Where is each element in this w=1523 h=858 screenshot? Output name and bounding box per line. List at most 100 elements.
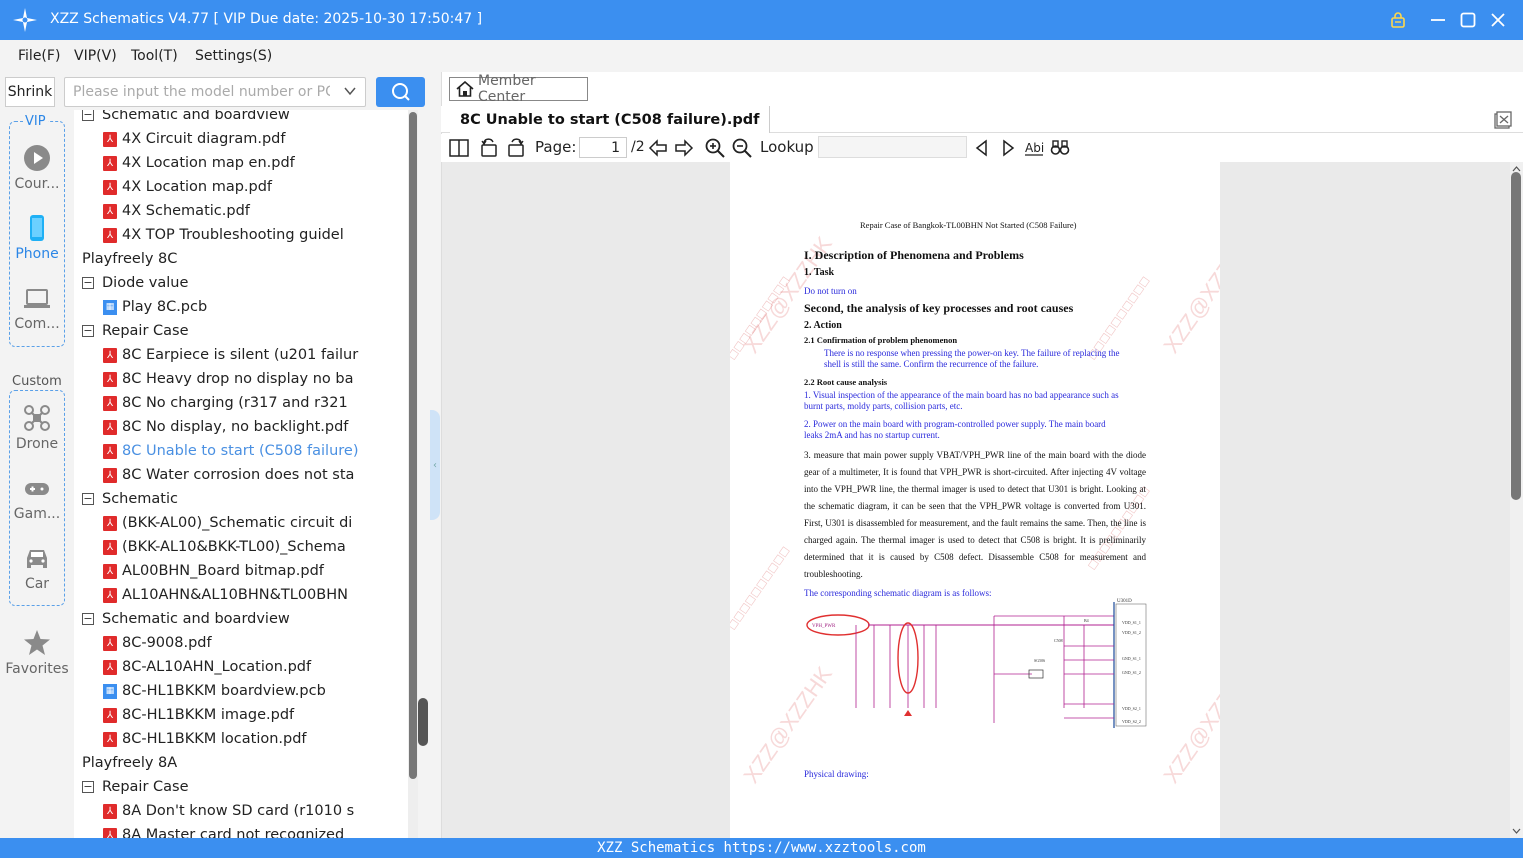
minimize-button[interactable] [1426, 8, 1450, 32]
menu-file[interactable]: File(F) [18, 48, 60, 64]
tree-file-item[interactable]: ⅄ (BKK-AL10&BKK-TL00)_Schema [103, 535, 346, 559]
next-page-icon[interactable] [674, 138, 694, 158]
tree-file-item[interactable]: ⅄ 4X Circuit diagram.pdf [103, 127, 285, 151]
pdf-file-icon: ⅄ [103, 179, 117, 195]
viewer-scrollbar-thumb[interactable] [1511, 172, 1521, 500]
tree-folder-item[interactable]: −Playfreely 8C [74, 247, 177, 271]
match-case-icon[interactable]: Abi [1024, 138, 1044, 158]
menu-vip[interactable]: VIP(V) [74, 48, 117, 64]
sidebar-item-phone[interactable]: Phone [0, 214, 74, 262]
tree-file-item[interactable]: ⅄ 8C-HL1BKKM location.pdf [103, 727, 307, 751]
collapse-toggle-icon[interactable]: − [82, 781, 94, 793]
tree-item-label: 4X Circuit diagram.pdf [122, 131, 286, 147]
tree-file-item[interactable]: ⅄ 8C No display, no backlight.pdf [103, 415, 348, 439]
tree-file-item[interactable]: ⅄ 4X Location map.pdf [103, 175, 272, 199]
star-icon [24, 630, 50, 655]
tree-folder-item[interactable]: − Repair Case [82, 319, 189, 343]
tree-file-item[interactable]: ⅄ 8A Don't know SD card (r1010 s [103, 799, 354, 823]
tree-file-item[interactable]: ⅄ 8C Water corrosion does not sta [103, 463, 354, 487]
tree-file-item[interactable]: ⅄ 4X Schematic.pdf [103, 199, 250, 223]
tree-item-label: Schematic [102, 491, 178, 507]
two-page-icon[interactable] [449, 138, 469, 158]
menu-settings[interactable]: Settings(S) [195, 48, 272, 64]
car-icon [27, 550, 47, 568]
find-next-icon[interactable] [998, 138, 1018, 158]
maximize-button[interactable] [1456, 8, 1480, 32]
tree-file-item[interactable]: ⅄ (BKK-AL00)_Schematic circuit di [103, 511, 352, 535]
sidebar-item-drone[interactable]: Drone [0, 404, 74, 452]
sidebar-item-courses[interactable]: Cour... [0, 144, 74, 192]
svg-text:VDD_S2_2: VDD_S2_2 [1122, 719, 1141, 724]
tree-file-item[interactable]: ⅄ AL10AHN&AL10BHN&TL00BHN [103, 583, 348, 607]
lock-icon[interactable] [1386, 8, 1410, 32]
collapse-toggle-icon[interactable]: − [82, 325, 94, 337]
status-bar: XZZ Schematics https://www.xzztools.com [0, 838, 1523, 858]
collapse-toggle-icon[interactable]: − [82, 613, 94, 625]
rotate-right-icon[interactable] [506, 138, 526, 158]
find-all-icon[interactable] [1050, 138, 1070, 158]
tree-file-item[interactable]: ⅄ 8C-AL10AHN_Location.pdf [103, 655, 311, 679]
sidebar-item-games[interactable]: Gam... [0, 474, 74, 522]
member-center-button[interactable]: Member Center [449, 73, 588, 105]
sidebar-item-car[interactable]: Car [0, 544, 74, 592]
tree-item-label: Schematic and boardview [102, 110, 290, 123]
document-tab[interactable]: 8C Unable to start (C508 failure).pdf [450, 106, 771, 133]
search-button[interactable] [376, 77, 425, 107]
close-tab-icon[interactable] [1494, 111, 1512, 129]
svg-text:Abi: Abi [1025, 141, 1044, 155]
sidebar-item-computer[interactable]: Com... [0, 284, 74, 332]
tree-file-item[interactable]: ⅄ 8C-HL1BKKM image.pdf [103, 703, 294, 727]
tree-folder-item[interactable]: −Playfreely 8A [74, 751, 177, 775]
tree-file-item[interactable]: ⅄ 4X TOP Troubleshooting guidel [103, 223, 344, 247]
app-logo-icon [13, 8, 37, 32]
svg-text:B4: B4 [1084, 618, 1089, 623]
menu-tool[interactable]: Tool(T) [131, 48, 178, 64]
tree-folder-item[interactable]: − Schematic and boardview [82, 110, 290, 127]
tree-item-label: Repair Case [102, 323, 189, 339]
zoom-in-icon[interactable] [705, 138, 725, 158]
tree-file-item[interactable]: ⅄ 8C Unable to start (C508 failure) [103, 439, 358, 463]
zoom-out-icon[interactable] [732, 138, 752, 158]
tree-file-item[interactable]: ⅄ 8C No charging (r317 and r321 [103, 391, 348, 415]
tree-file-item[interactable]: ⅄ 8C Earpiece is silent (u201 failur [103, 343, 358, 367]
panel-scroll-handle[interactable] [418, 698, 428, 746]
tree-folder-item[interactable]: − Schematic [82, 487, 178, 511]
page-number-input[interactable] [579, 137, 627, 158]
collapse-toggle-icon[interactable]: − [82, 110, 94, 121]
find-previous-icon[interactable] [972, 138, 992, 158]
tree-file-item[interactable]: ⅄ 8C-9008.pdf [103, 631, 212, 655]
tree-file-item[interactable]: ▦ Play 8C.pcb [103, 295, 207, 319]
lookup-input[interactable] [818, 136, 967, 158]
sidebar-item-favorites[interactable]: Favorites [0, 629, 74, 677]
tree-file-item[interactable]: ⅄ 8C Heavy drop no display no ba [103, 367, 354, 391]
pdf-page: XZZ@XZZHK XZZ@XZZHK XZZ@XZZHK XZZ@XZZHK … [730, 162, 1220, 838]
svg-text:SG506: SG506 [1034, 658, 1045, 663]
tree-file-item[interactable]: ⅄ AL00BHN_Board bitmap.pdf [103, 559, 324, 583]
tree-folder-item[interactable]: − Repair Case [82, 775, 189, 799]
tree-file-item[interactable]: ⅄ 4X Location map en.pdf [103, 151, 295, 175]
svg-text:VDD_S1_1: VDD_S1_1 [1122, 620, 1141, 625]
pdf-file-icon: ⅄ [103, 515, 117, 531]
tree-scrollbar-thumb[interactable] [409, 112, 417, 779]
doc-section-2-1-text: shell is still the same. Confirm the rec… [824, 359, 1039, 369]
close-button[interactable] [1486, 8, 1510, 32]
chevron-down-icon[interactable] [343, 84, 357, 98]
tree-item-label: Repair Case [102, 779, 189, 795]
tree-item-label: 8C-HL1BKKM boardview.pcb [122, 683, 326, 699]
tree-file-item[interactable]: ⅄ 8A Master card not recognized [103, 823, 344, 838]
collapse-toggle-icon[interactable]: − [82, 277, 94, 289]
doc-header: Repair Case of Bangkok-TL00BHN Not Start… [860, 220, 1077, 230]
lookup-label: Lookup [760, 138, 814, 156]
sidebar-item-label: Com... [14, 316, 60, 332]
shrink-button[interactable]: Shrink [5, 77, 55, 107]
tree-folder-item[interactable]: − Schematic and boardview [82, 607, 290, 631]
collapse-toggle-icon[interactable]: − [82, 493, 94, 505]
search-input[interactable] [65, 78, 330, 106]
tree-folder-item[interactable]: − Diode value [82, 271, 188, 295]
tree-file-item[interactable]: ▦ 8C-HL1BKKM boardview.pcb [103, 679, 326, 703]
tree-item-label: (BKK-AL10&BKK-TL00)_Schema [122, 539, 346, 555]
previous-page-icon[interactable] [648, 138, 668, 158]
rotate-left-icon[interactable] [479, 138, 499, 158]
svg-text:VDD_S1_2: VDD_S1_2 [1122, 630, 1141, 635]
collapse-panel-handle[interactable]: ‹ [430, 410, 440, 520]
